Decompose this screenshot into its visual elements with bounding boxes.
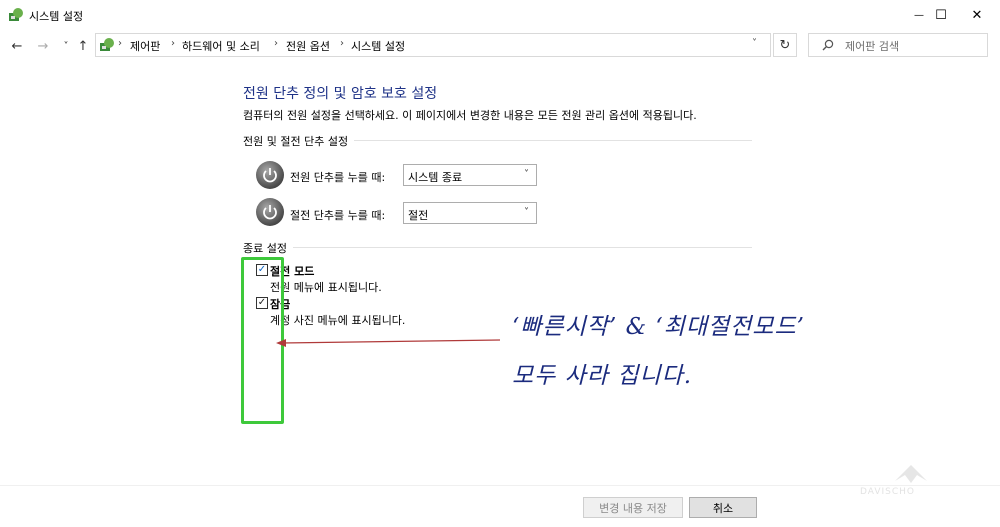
breadcrumb-item[interactable]: 하드웨어 및 소리: [182, 38, 260, 54]
annotation-text-line1: ‘빠른시작’ & ‘최대절전모드’: [512, 314, 805, 340]
sleep-mode-description: 전원 메뉴에 표시됩니다.: [270, 281, 382, 294]
up-arrow-icon: ↑: [77, 38, 89, 54]
shutdown-section-label: 종료 설정: [243, 240, 293, 256]
power-button-icon: [256, 161, 284, 189]
back-button[interactable]: ←: [8, 37, 26, 55]
footer-divider: [0, 485, 1000, 486]
refresh-button[interactable]: ↻: [773, 33, 797, 57]
power-section-label: 전원 및 절전 단추 설정: [243, 133, 355, 149]
recent-locations-button[interactable]: ˅: [57, 37, 75, 55]
up-button[interactable]: ↑: [74, 37, 92, 55]
search-placeholder: 제어판 검색: [845, 40, 900, 53]
title-bar: [0, 0, 1000, 30]
lock-description: 계정 사진 메뉴에 표시됩니다.: [270, 314, 406, 327]
power-button-label: 전원 단추를 누를 때:: [290, 171, 386, 184]
search-icon: [822, 39, 834, 51]
chevron-down-icon: ˅: [524, 207, 529, 218]
back-arrow-icon: ←: [11, 38, 23, 54]
close-button[interactable]: ✕: [954, 0, 1000, 30]
chevron-down-icon: ˅: [63, 40, 69, 52]
annotation-text-line2: 모두 사라 집니다.: [512, 363, 693, 389]
watermark-logo: [895, 465, 927, 483]
close-icon: ✕: [971, 7, 983, 23]
sleep-button-action-value: 절전: [408, 209, 429, 222]
breadcrumb-separator: ›: [274, 38, 278, 49]
refresh-icon: ↻: [779, 37, 791, 53]
sleep-button-icon: [256, 198, 284, 226]
address-dropdown-icon[interactable]: ˅: [752, 38, 757, 49]
cancel-button[interactable]: 취소: [689, 497, 757, 518]
power-button-action-value: 시스템 종료: [408, 171, 463, 184]
breadcrumb-separator: ›: [118, 38, 122, 49]
control-panel-icon: [9, 8, 23, 21]
breadcrumb-item[interactable]: 시스템 설정: [351, 38, 405, 54]
chevron-down-icon: ˅: [524, 169, 529, 180]
watermark-text: DAVISCHO: [860, 487, 916, 497]
sleep-button-label: 절전 단추를 누를 때:: [290, 209, 386, 222]
breadcrumb-separator: ›: [171, 38, 175, 49]
forward-button[interactable]: →: [34, 37, 52, 55]
control-panel-icon: [100, 38, 114, 51]
forward-arrow-icon: →: [37, 38, 49, 54]
save-changes-button[interactable]: 변경 내용 저장: [583, 497, 683, 518]
breadcrumb-separator: ›: [340, 38, 344, 49]
breadcrumb-item[interactable]: 전원 옵션: [286, 38, 330, 54]
maximize-icon: ☐: [935, 7, 947, 23]
window-title: 시스템 설정: [29, 10, 84, 23]
page-description: 컴퓨터의 전원 설정을 선택하세요. 이 페이지에서 변경한 내용은 모든 전원…: [243, 109, 697, 122]
page-title: 전원 단추 정의 및 암호 보호 설정: [243, 86, 438, 102]
annotation-arrow: [276, 339, 501, 347]
section-divider: [243, 247, 752, 248]
breadcrumb-item[interactable]: 제어판: [130, 38, 160, 54]
